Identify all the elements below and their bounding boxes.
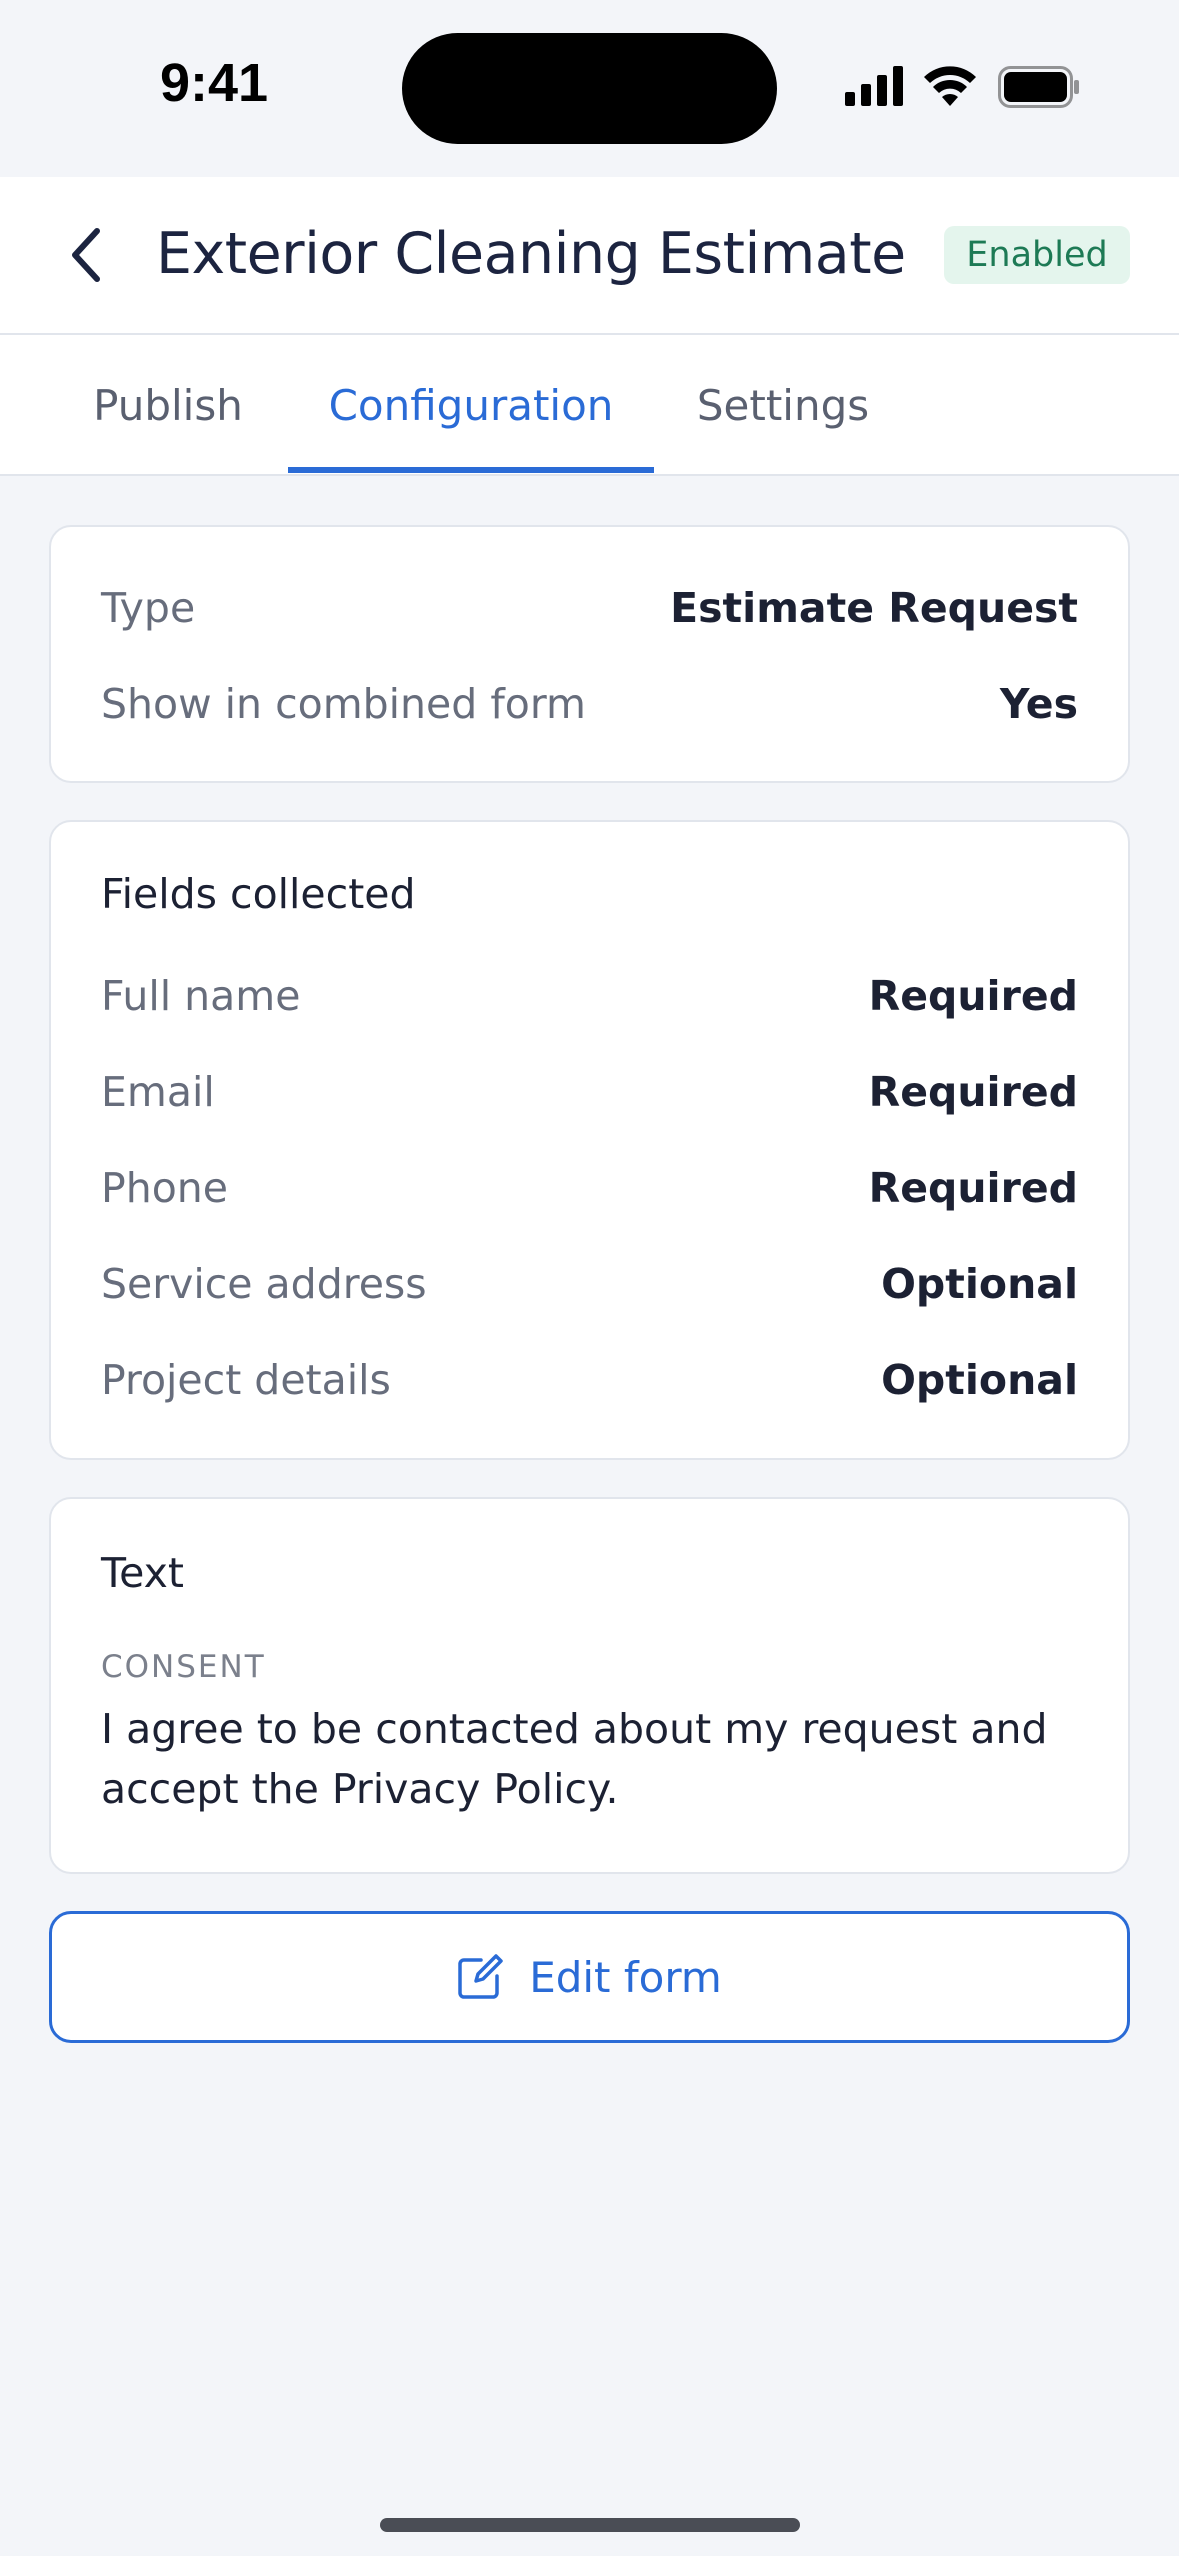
edit-icon bbox=[458, 1954, 503, 1999]
page-title: Exterior Cleaning Estimate bbox=[156, 221, 906, 287]
field-label: Project details bbox=[101, 1356, 391, 1404]
text-heading: Text bbox=[101, 1549, 184, 1597]
field-row-full-name: Full name Required bbox=[101, 966, 1078, 1026]
consent-text: I agree to be contacted about my request… bbox=[101, 1705, 1048, 1813]
field-label: Phone bbox=[101, 1164, 229, 1212]
text-card: Text CONSENT I agree to be contacted abo… bbox=[49, 1497, 1130, 1874]
summary-value: Yes bbox=[999, 680, 1078, 728]
field-requirement: Required bbox=[868, 972, 1078, 1020]
back-button[interactable] bbox=[55, 217, 115, 293]
summary-label: Show in combined form bbox=[101, 680, 586, 728]
field-label: Full name bbox=[101, 972, 301, 1020]
field-row-project-details: Project details Optional bbox=[101, 1350, 1078, 1410]
field-row-service-address: Service address Optional bbox=[101, 1254, 1078, 1314]
field-row-email: Email Required bbox=[101, 1062, 1078, 1122]
field-row-phone: Phone Required bbox=[101, 1158, 1078, 1218]
dynamic-island bbox=[402, 33, 777, 144]
consent-label: CONSENT bbox=[101, 1649, 266, 1685]
edit-form-button[interactable]: Edit form bbox=[49, 1911, 1130, 2043]
field-label: Service address bbox=[101, 1260, 427, 1308]
fields-heading: Fields collected bbox=[101, 870, 416, 918]
tab-bar: Publish Configuration Settings bbox=[0, 335, 1179, 476]
field-requirement: Optional bbox=[881, 1260, 1078, 1308]
status-bar: 9:41 bbox=[0, 0, 1179, 177]
summary-row-type: Type Estimate Request bbox=[101, 578, 1078, 638]
cellular-signal-icon bbox=[845, 66, 903, 106]
status-time: 9:41 bbox=[160, 53, 269, 113]
active-tab-indicator bbox=[288, 467, 654, 473]
summary-label: Type bbox=[101, 584, 196, 632]
app-header: Exterior Cleaning Estimate Enabled bbox=[0, 177, 1179, 335]
status-badge: Enabled bbox=[944, 226, 1130, 284]
wifi-icon bbox=[924, 66, 976, 106]
edit-form-label: Edit form bbox=[529, 1952, 722, 2002]
field-requirement: Required bbox=[868, 1164, 1078, 1212]
field-label: Email bbox=[101, 1068, 215, 1116]
tab-configuration[interactable]: Configuration bbox=[288, 335, 654, 476]
home-indicator bbox=[380, 2518, 800, 2532]
form-summary-card: Type Estimate Request Show in combined f… bbox=[49, 525, 1130, 783]
fields-collected-card: Fields collected Full name Required Emai… bbox=[49, 820, 1130, 1460]
tab-publish[interactable]: Publish bbox=[64, 335, 272, 476]
field-requirement: Required bbox=[868, 1068, 1078, 1116]
screen: 9:41 Exterior Cleaning Estimate Enabled bbox=[0, 0, 1179, 2556]
field-requirement: Optional bbox=[881, 1356, 1078, 1404]
summary-value: Estimate Request bbox=[670, 584, 1078, 632]
summary-row-combined-form: Show in combined form Yes bbox=[101, 674, 1078, 734]
chevron-left-icon bbox=[72, 228, 100, 282]
tab-settings[interactable]: Settings bbox=[672, 335, 894, 476]
battery-icon bbox=[998, 66, 1079, 108]
